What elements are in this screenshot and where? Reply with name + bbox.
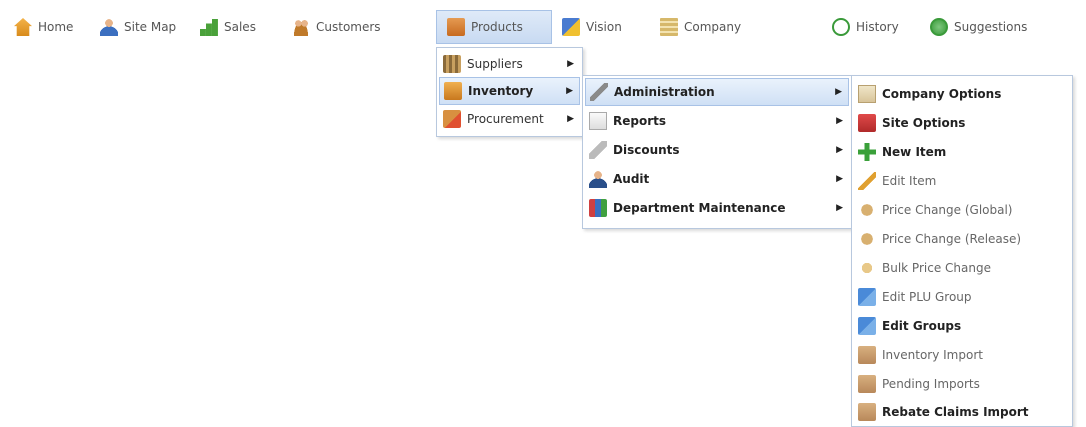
menu-item-pending-imports[interactable]: Pending Imports	[854, 370, 1070, 398]
nav-site-map[interactable]: Site Map	[100, 10, 176, 44]
submenu-arrow-icon: ▶	[835, 87, 842, 97]
sales-chart-icon	[200, 18, 218, 36]
import-icon	[858, 346, 876, 364]
site-options-icon	[858, 114, 876, 132]
menu-item-label: Department Maintenance	[613, 201, 786, 215]
menu-item-label: Site Options	[882, 116, 966, 130]
menu-item-audit[interactable]: Audit ▶	[585, 165, 849, 193]
menu-item-suppliers[interactable]: Suppliers ▶	[439, 50, 580, 78]
submenu-arrow-icon: ▶	[836, 203, 843, 213]
nav-products-label: Products	[471, 20, 523, 34]
menu-item-rebate-claims-import[interactable]: Rebate Claims Import	[854, 398, 1070, 426]
menu-item-label: Company Options	[882, 87, 1002, 101]
menu-item-edit-plu-group[interactable]: Edit PLU Group	[854, 283, 1070, 311]
menu-item-label: Audit	[613, 172, 650, 186]
company-options-icon	[858, 85, 876, 103]
wrench-icon	[590, 83, 608, 101]
menu-item-label: Bulk Price Change	[882, 261, 991, 275]
menu-item-reports[interactable]: Reports ▶	[585, 107, 849, 135]
menu-item-label: Inventory Import	[882, 348, 983, 362]
menu-item-label: Rebate Claims Import	[882, 405, 1029, 419]
menu-item-price-change-release[interactable]: Price Change (Release)	[854, 225, 1070, 253]
suggestions-icon	[930, 18, 948, 36]
company-building-icon	[660, 18, 678, 36]
report-icon	[589, 112, 607, 130]
menu-item-label: Procurement	[467, 112, 544, 126]
nav-history[interactable]: History	[832, 10, 899, 44]
menu-item-administration[interactable]: Administration ▶	[585, 78, 849, 106]
new-item-icon	[858, 143, 876, 161]
nav-home[interactable]: Home	[14, 10, 73, 44]
nav-sales-label: Sales	[224, 20, 256, 34]
menu-item-inventory[interactable]: Inventory ▶	[439, 77, 580, 105]
menu-item-label: Inventory	[468, 84, 534, 98]
menu-item-label: Pending Imports	[882, 377, 980, 391]
customers-icon	[292, 18, 310, 36]
nav-vision-label: Vision	[586, 20, 622, 34]
menu-item-label: Price Change (Release)	[882, 232, 1022, 246]
menu-item-edit-groups[interactable]: Edit Groups	[854, 312, 1070, 340]
menu-item-label: Reports	[613, 114, 667, 128]
menu-item-price-change-global[interactable]: Price Change (Global)	[854, 196, 1070, 224]
nav-company[interactable]: Company	[660, 10, 741, 44]
submenu-arrow-icon: ▶	[567, 59, 574, 69]
nav-suggestions-label: Suggestions	[954, 20, 1028, 34]
procurement-icon	[443, 110, 461, 128]
submenu-arrow-icon: ▶	[836, 145, 843, 155]
nav-products[interactable]: Products	[436, 10, 552, 44]
menu-item-label: New Item	[882, 145, 947, 159]
submenu-arrow-icon: ▶	[836, 174, 843, 184]
import-icon	[858, 375, 876, 393]
price-change-icon	[858, 201, 876, 219]
menu-item-site-options[interactable]: Site Options	[854, 109, 1070, 137]
audit-icon	[589, 170, 607, 188]
home-icon	[14, 18, 32, 36]
menu-item-bulk-price-change[interactable]: Bulk Price Change	[854, 254, 1070, 282]
menu-item-label: Price Change (Global)	[882, 203, 1013, 217]
submenu-arrow-icon: ▶	[567, 114, 574, 124]
plu-group-icon	[858, 288, 876, 306]
menu-item-edit-item[interactable]: Edit Item	[854, 167, 1070, 195]
vision-icon	[562, 18, 580, 36]
nav-customers[interactable]: Customers	[292, 10, 381, 44]
nav-customers-label: Customers	[316, 20, 381, 34]
history-icon	[832, 18, 850, 36]
discount-icon	[589, 141, 607, 159]
menu-item-label: Edit PLU Group	[882, 290, 972, 304]
nav-suggestions[interactable]: Suggestions	[930, 10, 1027, 44]
menu-item-procurement[interactable]: Procurement ▶	[439, 105, 580, 133]
suppliers-icon	[443, 55, 461, 73]
inventory-submenu: Administration ▶ Reports ▶ Discounts ▶ A…	[582, 75, 852, 229]
nav-home-label: Home	[38, 20, 74, 34]
menu-item-label: Edit Item	[882, 174, 937, 188]
nav-history-label: History	[856, 20, 899, 34]
submenu-arrow-icon: ▶	[566, 86, 573, 96]
edit-item-icon	[858, 172, 876, 190]
sitemap-icon	[100, 18, 118, 36]
administration-submenu: Company Options Site Options New Item Ed…	[851, 75, 1073, 427]
inventory-icon	[444, 82, 462, 100]
bulk-price-icon	[858, 259, 876, 277]
menu-item-label: Discounts	[613, 143, 680, 157]
products-box-icon	[447, 18, 465, 36]
menu-item-company-options[interactable]: Company Options	[854, 80, 1070, 108]
price-change-icon	[858, 230, 876, 248]
nav-site-map-label: Site Map	[124, 20, 177, 34]
nav-vision[interactable]: Vision	[562, 10, 622, 44]
menu-item-label: Administration	[614, 85, 715, 99]
groups-icon	[858, 317, 876, 335]
menu-item-department-maintenance[interactable]: Department Maintenance ▶	[585, 194, 849, 222]
submenu-arrow-icon: ▶	[836, 116, 843, 126]
menu-item-new-item[interactable]: New Item	[854, 138, 1070, 166]
menu-item-label: Suppliers	[467, 57, 523, 71]
products-menu: Suppliers ▶ Inventory ▶ Procurement ▶	[436, 47, 583, 137]
import-icon	[858, 403, 876, 421]
nav-sales[interactable]: Sales	[200, 10, 256, 44]
department-icon	[589, 199, 607, 217]
menu-item-discounts[interactable]: Discounts ▶	[585, 136, 849, 164]
nav-company-label: Company	[684, 20, 742, 34]
menu-item-label: Edit Groups	[882, 319, 962, 333]
menu-item-inventory-import[interactable]: Inventory Import	[854, 341, 1070, 369]
